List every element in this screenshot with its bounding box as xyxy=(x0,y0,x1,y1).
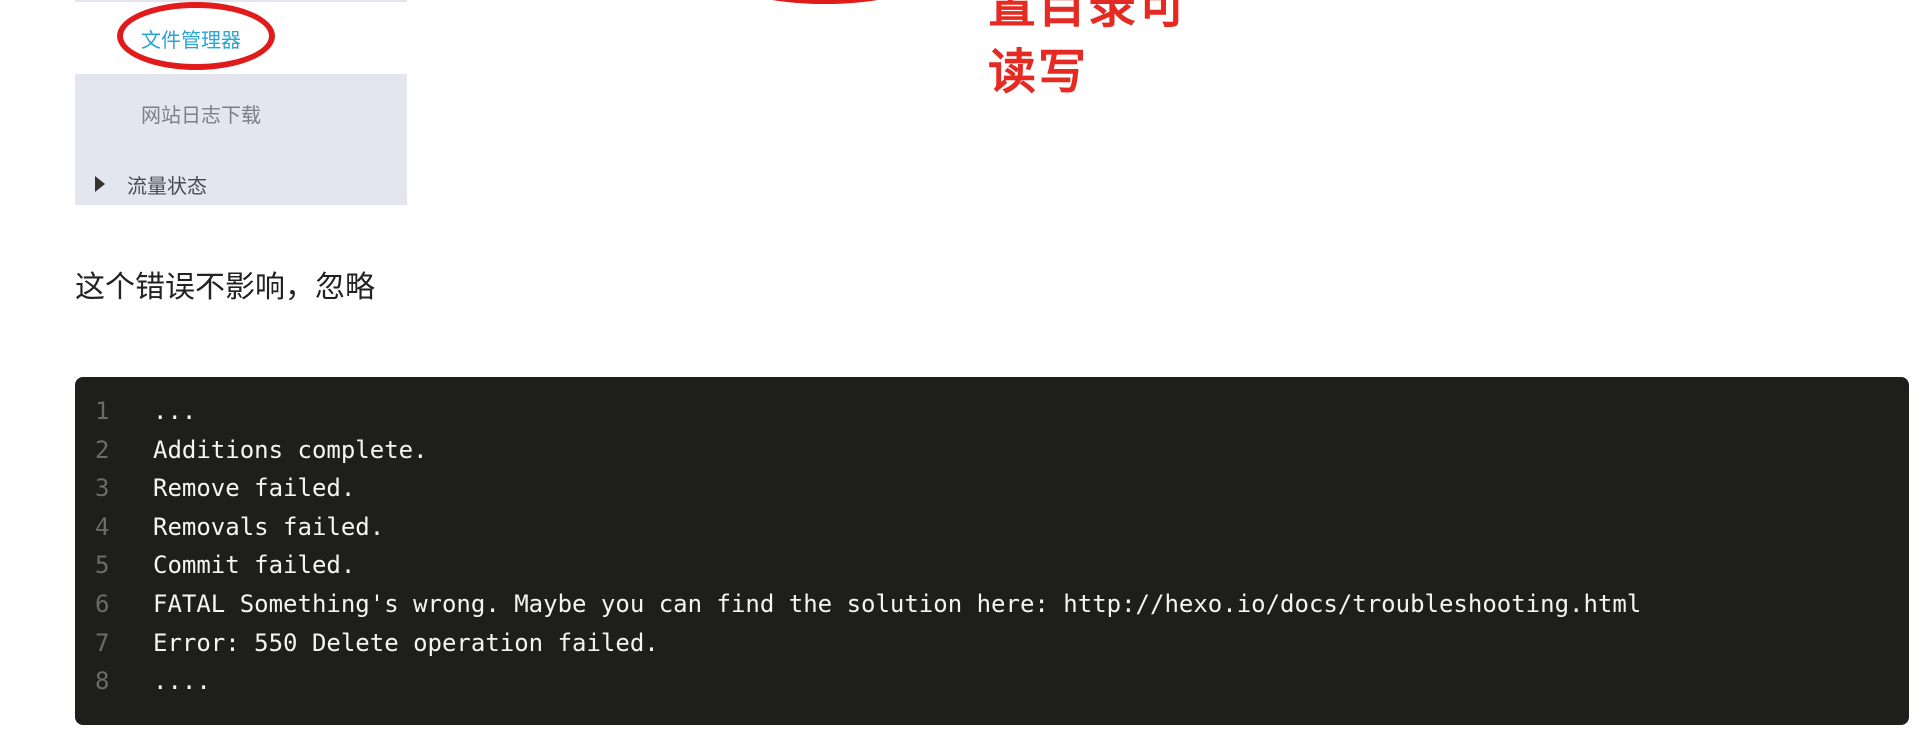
code-text: .... xyxy=(153,667,211,696)
sidebar-item-site-log-download[interactable]: 网站日志下载 xyxy=(75,74,407,150)
line-number: 2 xyxy=(95,435,110,464)
line-number: 6 xyxy=(95,589,110,618)
code-text: Removals failed. xyxy=(153,512,385,541)
sidebar-item-file-manager[interactable]: 文件管理器 xyxy=(75,2,407,74)
line-number: 5 xyxy=(95,551,110,580)
code-text: FATAL Something's wrong. Maybe you can f… xyxy=(153,589,1642,618)
paragraph: 这个错误不影响，忽略 xyxy=(75,270,375,305)
code-text: ... xyxy=(153,397,197,425)
code-line: 1 ... xyxy=(75,397,1909,436)
code-line: 6 FATAL Something's wrong. Maybe you can… xyxy=(75,590,1909,629)
code-line: 3 Remove failed. xyxy=(75,474,1909,513)
code-line: 8 .... xyxy=(75,667,1909,706)
annotation-text-line1: 置目录可 xyxy=(988,0,1189,34)
code-line: 4 Removals failed. xyxy=(75,513,1909,552)
line-number: 8 xyxy=(95,667,110,696)
embedded-screenshot: 文件管理器 网站日志下载 流量状态 置目录可 读写 xyxy=(0,0,1932,215)
page: 文件管理器 网站日志下载 流量状态 置目录可 读写 这个错误不影响，忽略 1 .… xyxy=(0,0,1932,754)
code-line: 2 Additions complete. xyxy=(75,436,1909,475)
code-line: 5 Commit failed. xyxy=(75,551,1909,590)
sidebar-item-label: 流量状态 xyxy=(127,174,207,198)
sidebar-item-label: 网站日志下载 xyxy=(141,103,261,127)
highlight-circle-annotation xyxy=(117,2,275,70)
sidebar: 文件管理器 网站日志下载 流量状态 xyxy=(75,0,407,205)
line-number: 3 xyxy=(95,474,110,503)
caret-right-icon xyxy=(95,176,105,192)
line-number: 7 xyxy=(95,628,110,657)
code-text: Remove failed. xyxy=(153,474,356,503)
highlight-arc-annotation xyxy=(745,0,905,4)
code-text: Commit failed. xyxy=(153,551,356,580)
sidebar-item-traffic-status[interactable]: 流量状态 xyxy=(75,150,407,205)
annotation-text-line2: 读写 xyxy=(988,44,1089,100)
line-number: 4 xyxy=(95,512,110,541)
code-text: Error: 550 Delete operation failed. xyxy=(153,628,659,657)
code-line: 7 Error: 550 Delete operation failed. xyxy=(75,629,1909,668)
line-number: 1 xyxy=(95,397,110,425)
code-text: Additions complete. xyxy=(153,435,428,464)
code-block: 1 ... 2 Additions complete. 3 Remove fai… xyxy=(75,377,1909,725)
